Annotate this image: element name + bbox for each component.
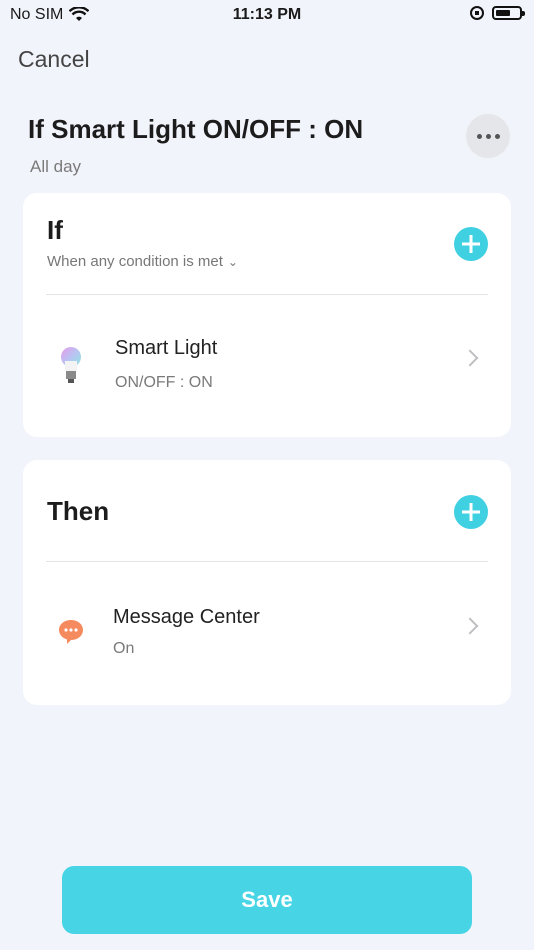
status-right (470, 6, 525, 20)
if-card: If When any condition is met ⌄ Smart Lig… (23, 193, 511, 437)
page-title: If Smart Light ON/OFF : ON (28, 114, 364, 144)
if-heading: If (47, 215, 63, 245)
orientation-lock-icon (470, 6, 484, 20)
plus-icon (462, 235, 480, 253)
add-condition-button[interactable] (454, 227, 488, 261)
action-name: Message Center (113, 606, 260, 628)
plus-icon (462, 503, 480, 521)
schedule-label: All day (30, 157, 82, 176)
message-bubble-icon (59, 620, 83, 644)
battery-icon (492, 6, 525, 20)
chevron-down-icon: ⌄ (227, 254, 238, 269)
then-heading: Then (47, 496, 110, 526)
then-card: Then Message Center On (23, 460, 511, 705)
condition-device-name: Smart Light (115, 337, 218, 359)
more-options-button[interactable] (466, 114, 510, 158)
more-dot-icon (476, 133, 482, 139)
status-bar: No SIM 11:13 PM (0, 0, 534, 32)
action-state: On (113, 640, 135, 657)
condition-mode-selector[interactable]: When any condition is met ⌄ (47, 253, 238, 270)
cancel-button[interactable]: Cancel (18, 46, 90, 73)
divider (46, 561, 488, 562)
chevron-right-icon (461, 349, 479, 367)
chevron-right-icon (461, 617, 479, 635)
more-dot-icon (485, 133, 491, 139)
status-time: 11:13 PM (232, 6, 302, 23)
save-button[interactable]: Save (62, 866, 472, 934)
condition-device-state: ON/OFF : ON (115, 374, 213, 391)
smart-bulb-icon (61, 347, 81, 383)
divider (46, 294, 488, 295)
more-dot-icon (494, 133, 500, 139)
add-action-button[interactable] (454, 495, 488, 529)
condition-mode-label: When any condition is met (47, 253, 223, 270)
